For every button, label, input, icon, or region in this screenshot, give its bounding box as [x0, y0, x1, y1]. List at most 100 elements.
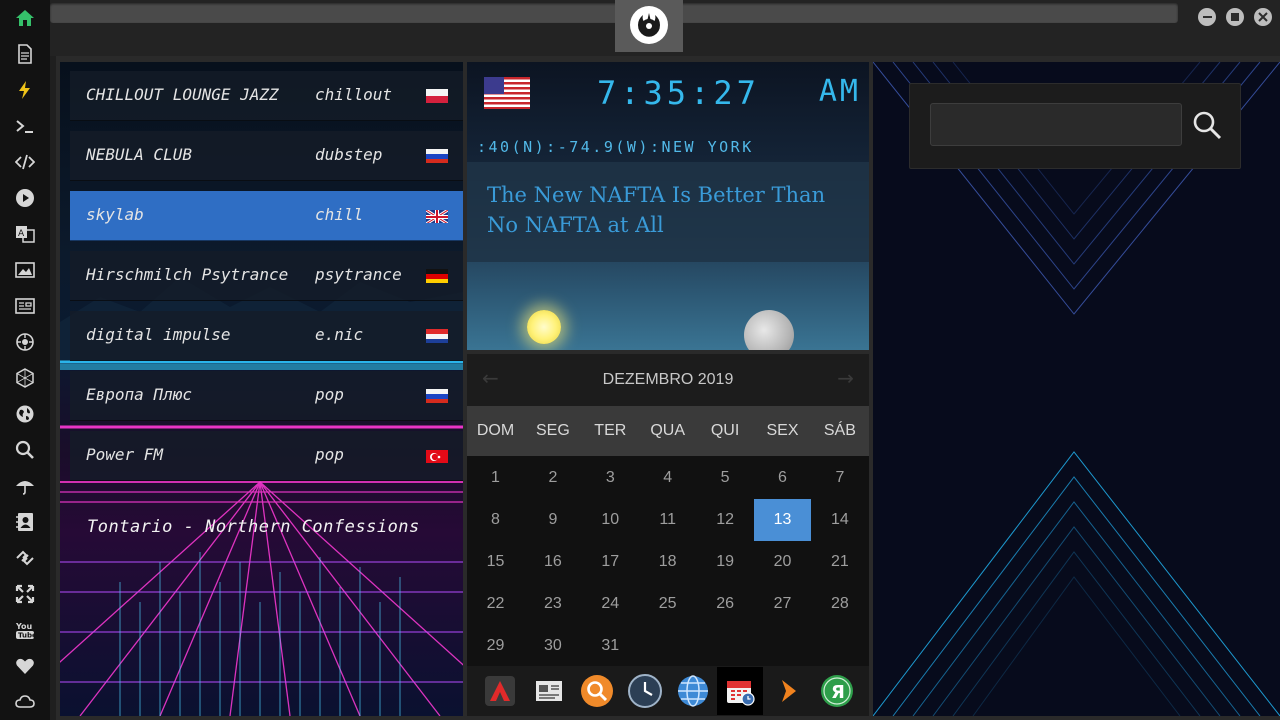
- search-button[interactable]: [1190, 108, 1224, 142]
- cloud-icon[interactable]: [13, 690, 37, 714]
- expand-icon[interactable]: [13, 582, 37, 606]
- station-genre: e.nic: [315, 325, 364, 344]
- calendar-day[interactable]: 2: [524, 457, 581, 499]
- media-forward-icon[interactable]: [772, 674, 806, 708]
- clock-ampm: AM: [818, 74, 861, 109]
- station-row-active[interactable]: skylab chill: [70, 191, 463, 241]
- flag-croatia-icon: [426, 329, 448, 343]
- calendar-day[interactable]: 17: [582, 541, 639, 583]
- play-icon[interactable]: [13, 186, 37, 210]
- search-input[interactable]: [930, 103, 1182, 146]
- calendar-day[interactable]: 14: [811, 499, 868, 541]
- calendar-day[interactable]: 12: [697, 499, 754, 541]
- close-button[interactable]: [1254, 8, 1272, 26]
- station-name: CHILLOUT LOUNGE JAZZ: [86, 85, 279, 104]
- terminal-icon[interactable]: [13, 114, 37, 138]
- calendar-day[interactable]: 19: [697, 541, 754, 583]
- globe-icon[interactable]: [13, 402, 37, 426]
- station-genre: pop: [315, 385, 344, 404]
- calendar-day[interactable]: 1: [467, 457, 524, 499]
- lightning-icon[interactable]: [13, 78, 37, 102]
- calendar-day[interactable]: 8: [467, 499, 524, 541]
- calendar-day[interactable]: 26: [697, 583, 754, 625]
- hexagon-icon[interactable]: [13, 366, 37, 390]
- link-icon[interactable]: [13, 546, 37, 570]
- heart-icon[interactable]: [13, 654, 37, 678]
- logo-tab[interactable]: [615, 0, 683, 52]
- calendar-day[interactable]: 27: [754, 583, 811, 625]
- clock-app-icon[interactable]: [628, 674, 662, 708]
- clock-weather-panel: 7:35:27 AM :40(N):-74.9(W):NEW YORK The …: [467, 62, 869, 350]
- search-app-icon[interactable]: [580, 674, 614, 708]
- station-genre: chillout: [315, 85, 393, 104]
- app-launcher-icon[interactable]: [483, 674, 517, 708]
- calendar-day[interactable]: 10: [582, 499, 639, 541]
- calendar-day[interactable]: 29: [467, 625, 524, 667]
- flag-russia-icon: [426, 149, 448, 163]
- news-icon[interactable]: [13, 294, 37, 318]
- top-bar: [50, 0, 1280, 56]
- calendar-day[interactable]: 20: [754, 541, 811, 583]
- station-row[interactable]: Европа Плюс pop: [70, 371, 463, 421]
- station-row[interactable]: Power FM pop: [70, 431, 463, 481]
- station-row[interactable]: digital impulse e.nic: [70, 311, 463, 361]
- calendar-day[interactable]: 9: [524, 499, 581, 541]
- document-icon[interactable]: [13, 42, 37, 66]
- calendar-day[interactable]: 25: [639, 583, 696, 625]
- search-icon[interactable]: [13, 438, 37, 462]
- translate-icon[interactable]: A: [13, 222, 37, 246]
- calendar-header: ← DEZEMBRO 2019 →: [467, 354, 869, 406]
- station-row[interactable]: Hirschmilch Psytrance psytrance: [70, 251, 463, 301]
- code-icon[interactable]: [13, 150, 37, 174]
- sun-icon: [527, 310, 561, 344]
- calendar-day[interactable]: 4: [639, 457, 696, 499]
- svg-text:You: You: [15, 622, 33, 631]
- calendar-day[interactable]: 28: [811, 583, 868, 625]
- umbrella-icon[interactable]: [13, 474, 37, 498]
- minimize-button[interactable]: [1198, 8, 1216, 26]
- youtube-icon[interactable]: You Tube: [13, 618, 37, 642]
- contacts-icon[interactable]: [13, 510, 37, 534]
- calendar-weekday: QUA: [650, 422, 686, 439]
- calendar-day[interactable]: 23: [524, 583, 581, 625]
- news-headline[interactable]: The New NAFTA Is Better Than No NAFTA at…: [487, 180, 847, 240]
- news-headline-box[interactable]: The New NAFTA Is Better Than No NAFTA at…: [467, 162, 869, 262]
- station-name: Power FM: [86, 445, 164, 464]
- sidebar-scrollbar[interactable]: [50, 0, 56, 720]
- calendar-day[interactable]: 6: [754, 457, 811, 499]
- settings-icon[interactable]: [13, 330, 37, 354]
- calendar-next-button[interactable]: →: [837, 366, 854, 390]
- flag-uk-icon: [426, 209, 448, 223]
- browser-globe-icon[interactable]: [676, 674, 710, 708]
- calendar-day[interactable]: 31: [582, 625, 639, 667]
- image-icon[interactable]: [13, 258, 37, 282]
- calendar-day[interactable]: 24: [582, 583, 639, 625]
- calendar-day[interactable]: 15: [467, 541, 524, 583]
- radio-panel: CHILLOUT LOUNGE JAZZ chillout NEBULA CLU…: [60, 62, 463, 716]
- calendar-day[interactable]: 3: [582, 457, 639, 499]
- rebel-alliance-icon: [630, 6, 668, 44]
- calendar-day[interactable]: 11: [639, 499, 696, 541]
- calendar-day[interactable]: 30: [524, 625, 581, 667]
- svg-text:Я: Я: [831, 682, 845, 703]
- home-icon[interactable]: [13, 6, 37, 30]
- calendar-app-icon[interactable]: [717, 667, 763, 715]
- calendar-day-today[interactable]: 13: [754, 499, 811, 541]
- station-row[interactable]: CHILLOUT LOUNGE JAZZ chillout: [70, 71, 463, 121]
- calendar-day[interactable]: 5: [697, 457, 754, 499]
- address-field[interactable]: [50, 3, 1178, 23]
- calendar-day[interactable]: 21: [811, 541, 868, 583]
- station-row[interactable]: NEBULA CLUB dubstep: [70, 131, 463, 181]
- calendar-day[interactable]: 22: [467, 583, 524, 625]
- flag-poland-icon: [426, 89, 448, 103]
- news-reader-icon[interactable]: [532, 674, 566, 708]
- maximize-button[interactable]: [1226, 8, 1244, 26]
- calendar-widget: ← DEZEMBRO 2019 → DOM SEG TER QUA QUI SEX SÁB …: [467, 354, 869, 666]
- calendar-day[interactable]: 18: [639, 541, 696, 583]
- calendar-day[interactable]: 7: [811, 457, 868, 499]
- calendar-weekday-row: DOM SEG TER QUA QUI SEX SÁB: [467, 406, 869, 456]
- calendar-weekday: SEX: [766, 422, 799, 439]
- yandex-icon[interactable]: Я: [820, 674, 854, 708]
- station-genre: psytrance: [315, 265, 402, 284]
- calendar-day[interactable]: 16: [524, 541, 581, 583]
